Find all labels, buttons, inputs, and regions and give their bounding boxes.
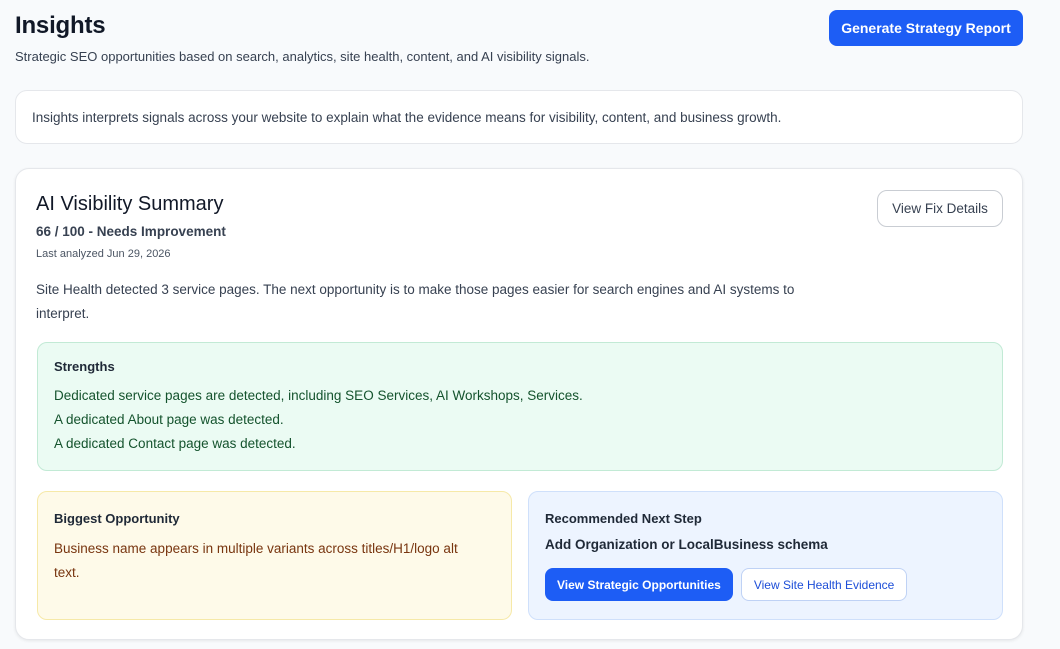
strength-item: A dedicated Contact page was detected.	[54, 436, 296, 451]
strength-item: Dedicated service pages are detected, in…	[54, 388, 583, 403]
strengths-heading: Strengths	[54, 359, 115, 374]
visibility-score: 66 / 100 - Needs Improvement	[36, 224, 226, 239]
insights-page: Insights Strategic SEO opportunities bas…	[0, 0, 1060, 649]
page-title: Insights	[15, 12, 106, 39]
view-site-health-evidence-button[interactable]: View Site Health Evidence	[740, 568, 908, 601]
recommended-next-step-panel: Recommended Next Step Add Organization o…	[528, 491, 1003, 620]
next-step-heading: Recommended Next Step	[545, 511, 702, 526]
next-step-action: Add Organization or LocalBusiness schema	[545, 537, 828, 552]
opportunity-text: Business name appears in multiple varian…	[54, 541, 458, 580]
strength-item: A dedicated About page was detected.	[54, 412, 284, 427]
intro-text: Insights interprets signals across your …	[32, 109, 782, 125]
summary-description: Site Health detected 3 service pages. Th…	[36, 282, 795, 321]
page-subtitle: Strategic SEO opportunities based on sea…	[15, 49, 590, 64]
view-fix-details-button[interactable]: View Fix Details	[877, 190, 1003, 227]
strengths-panel: Strengths Dedicated service pages are de…	[37, 342, 1003, 471]
view-strategic-opportunities-button[interactable]: View Strategic Opportunities	[545, 568, 733, 601]
intro-banner: Insights interprets signals across your …	[15, 90, 1023, 144]
next-step-actions: View Strategic Opportunities View Site H…	[545, 568, 908, 601]
generate-strategy-report-button[interactable]: Generate Strategy Report	[829, 10, 1023, 46]
biggest-opportunity-panel: Biggest Opportunity Business name appear…	[37, 491, 512, 620]
card-title: AI Visibility Summary	[36, 193, 224, 215]
page-header: Insights Strategic SEO opportunities bas…	[15, 12, 589, 64]
last-analyzed: Last analyzed Jun 29, 2026	[36, 248, 171, 260]
opportunity-heading: Biggest Opportunity	[54, 511, 180, 526]
ai-visibility-summary-card: AI Visibility Summary 66 / 100 - Needs I…	[15, 168, 1023, 640]
